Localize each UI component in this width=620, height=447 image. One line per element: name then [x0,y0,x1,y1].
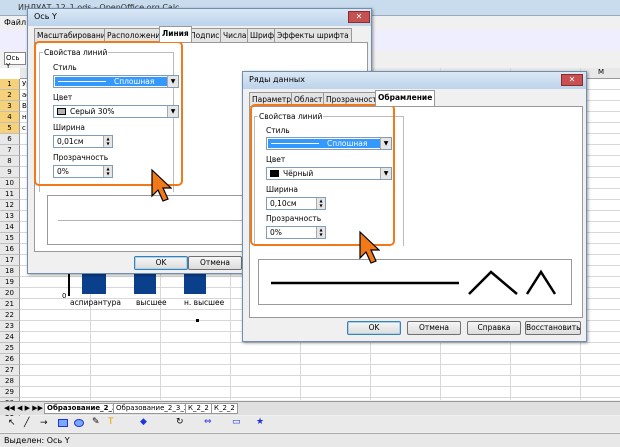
row-header[interactable]: 19 [0,277,20,288]
sheet-tab[interactable]: К_2_2 [211,403,238,414]
row-header[interactable]: 4 [0,112,20,123]
text-icon[interactable]: T [108,417,114,427]
cancel-button[interactable]: Отмена [407,321,461,335]
row-header[interactable]: 12 [0,200,20,211]
row-header[interactable]: 2 [0,90,20,101]
double-arrow-icon[interactable]: ⇔ [204,417,212,427]
tab-scaling[interactable]: Масштабирование [34,28,114,42]
highlight-frame [250,104,395,246]
star-icon[interactable]: ★ [256,417,264,427]
close-icon[interactable]: ✕ [348,11,370,23]
row-header[interactable]: 29 [0,387,20,398]
row-header[interactable]: 16 [0,244,20,255]
category-label: н. высшее [184,298,225,307]
grid-line [20,342,620,343]
row-header[interactable]: 27 [0,365,20,376]
sheet-tab[interactable]: Образование_2_3 [44,403,120,414]
menu-file[interactable]: Файл [4,18,26,27]
row-header[interactable]: 8 [0,156,20,167]
selection-handle[interactable] [196,319,199,322]
series-dialog-titlebar: Ряды данных ✕ [243,72,586,89]
chart-bar[interactable] [134,272,156,294]
row-header[interactable]: 25 [0,343,20,354]
preview-lines [271,269,557,295]
reset-button[interactable]: Восстановить [525,321,581,335]
chart-axis-y[interactable] [68,272,70,296]
ok-button[interactable]: OK [347,321,401,335]
select-arrow-icon[interactable]: ↖ [8,418,16,428]
chart-zero-label: 0 [62,292,67,300]
row-header[interactable]: 17 [0,255,20,266]
category-label: высшее [136,298,167,307]
row-header[interactable]: 26 [0,354,20,365]
line-icon[interactable]: ╱ [24,418,29,428]
row-header[interactable]: 21 [0,299,20,310]
row-header[interactable]: 9 [0,167,20,178]
highlight-frame [34,41,183,186]
cursor-arrow-icon [151,168,172,202]
drawing-toolbar: ↖ ╱ → ✎ T ◆ ↻ ⇔ ▭ ★ [0,416,620,432]
row-header[interactable]: 11 [0,189,20,200]
category-label: аспирантура [70,298,121,307]
square-icon[interactable]: ▭ [232,417,241,427]
row-header[interactable]: 15 [0,233,20,244]
row-header[interactable]: 23 [0,321,20,332]
tab-numbers[interactable]: Числа [220,28,250,42]
row-header[interactable]: 24 [0,332,20,343]
grid-line [20,386,620,387]
close-icon[interactable]: ✕ [561,74,583,86]
sheet-tab[interactable]: К_2_2 [185,403,212,414]
arrow-line-icon[interactable]: → [40,418,48,428]
chart-bar[interactable] [184,272,206,294]
statusbar: Выделен: Ось Y [0,433,620,447]
chart-bar[interactable] [82,272,106,294]
cursor-arrow-icon [359,230,380,264]
row-header[interactable]: 6 [0,134,20,145]
tab-line[interactable]: Линия [159,26,192,42]
tab-nav-arrows[interactable]: ◀◀ ◀ ▶ ▶▶ [4,404,43,412]
axis-dialog-title: Ось Y [34,12,57,21]
line-preview [258,259,572,305]
ellipse-icon[interactable] [74,419,84,427]
status-text: Выделен: Ось Y [4,436,70,445]
row-header[interactable]: 3 [0,101,20,112]
grid-line [20,397,620,398]
row-header[interactable]: 5 [0,123,20,134]
row-header[interactable]: 18 [0,266,20,277]
rectangle-icon[interactable] [58,419,68,427]
cancel-button[interactable]: Отмена [188,256,242,270]
tab-borders[interactable]: Обрамление [375,90,436,106]
row-header[interactable]: 7 [0,145,20,156]
pencil-icon[interactable]: ✎ [92,417,100,427]
series-dialog-title: Ряды данных [249,75,305,84]
axis-dialog-titlebar: Ось Y ✕ [28,9,371,26]
row-header[interactable]: 20 [0,288,20,299]
row-header[interactable]: 22 [0,310,20,321]
chart-area[interactable]: 0 [62,272,242,300]
cell-text[interactable]: с [22,124,26,132]
row-header[interactable]: 28 [0,376,20,387]
row-header[interactable]: 14 [0,222,20,233]
tab-font-effects[interactable]: Эффекты шрифта [274,28,352,42]
grid-line [20,364,620,365]
ok-button[interactable]: OK [134,256,188,270]
column-m-header[interactable]: M [598,68,604,76]
grid-line [20,353,620,354]
namebox[interactable]: Ось Y [4,52,26,70]
diamond-icon[interactable]: ◆ [140,417,147,427]
row-header[interactable]: 1 [0,79,20,90]
grid-line [20,375,620,376]
circle-arrow-icon[interactable]: ↻ [176,417,184,427]
help-button[interactable]: Справка [467,321,521,335]
row-header[interactable]: 13 [0,211,20,222]
sheet-tab[interactable]: Образование_2_3_2 [113,403,192,414]
row-header[interactable]: 10 [0,178,20,189]
